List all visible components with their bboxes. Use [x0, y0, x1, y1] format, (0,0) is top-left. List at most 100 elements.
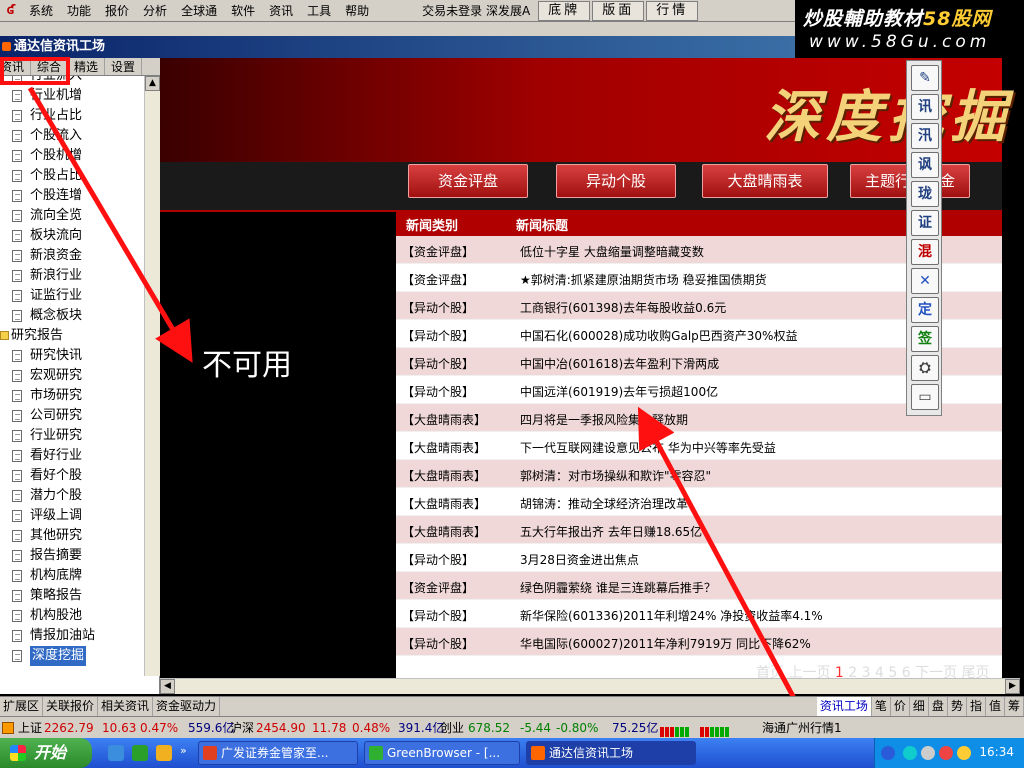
- pager-current[interactable]: 1: [835, 665, 844, 678]
- table-row[interactable]: 【异动个股】 3月28日资金进出焦点: [396, 544, 1002, 572]
- tree-item[interactable]: 看好行业: [0, 446, 144, 466]
- news-title-link[interactable]: 五大行年报出齐 去年日赚18.65亿: [520, 523, 702, 540]
- news-category[interactable]: 【异动个股】: [402, 327, 474, 344]
- table-row[interactable]: 【异动个股】 华电国际(600027)2011年净利7919万 同比下降62%: [396, 628, 1002, 656]
- bottom-tab-zhi[interactable]: 指: [967, 697, 986, 716]
- menu-global[interactable]: 全球通: [174, 0, 224, 22]
- bottom-tab-fund-drive[interactable]: 资金驱动力: [153, 697, 221, 716]
- tree-item[interactable]: 个股机增: [0, 146, 144, 166]
- news-title-link[interactable]: 胡锦涛：推动全球经济治理改革: [520, 495, 688, 512]
- bottom-tab-related-quote[interactable]: 关联报价: [43, 697, 99, 716]
- tree-item[interactable]: 机构股池: [0, 606, 144, 626]
- news-category[interactable]: 【大盘晴雨表】: [402, 411, 486, 428]
- tree-item[interactable]: 公司研究: [0, 406, 144, 426]
- tree-item[interactable]: 研究快讯: [0, 346, 144, 366]
- bottom-tab-shi[interactable]: 势: [948, 697, 967, 716]
- scroll-up-arrow-icon[interactable]: ▲: [145, 76, 160, 91]
- float-tool-button[interactable]: 证: [911, 210, 939, 236]
- float-tool-button[interactable]: ✎: [911, 65, 939, 91]
- float-tool-button[interactable]: ▭: [911, 384, 939, 410]
- tree-item[interactable]: 个股占比: [0, 166, 144, 186]
- bottom-tab-pan[interactable]: 盘: [929, 697, 948, 716]
- task-tdx-info[interactable]: 通达信资讯工场: [526, 741, 696, 765]
- tree-item[interactable]: 新浪行业: [0, 266, 144, 286]
- tree-item[interactable]: 其他研究: [0, 526, 144, 546]
- float-tool-button[interactable]: 混: [911, 239, 939, 265]
- menu-software[interactable]: 软件: [224, 0, 262, 22]
- news-title-link[interactable]: 四月将是一季报风险集中释放期: [520, 411, 688, 428]
- quick-launch-more-icon[interactable]: »: [180, 744, 187, 757]
- tray-app-icon[interactable]: [957, 746, 971, 760]
- nav-abnormal-stocks[interactable]: 异动个股: [556, 164, 676, 198]
- news-title-link[interactable]: 绿色阴霾萦绕 谁是三连跳幕后推手？: [520, 579, 716, 596]
- news-title-link[interactable]: 3月28日资金进出焦点: [520, 551, 639, 568]
- table-row[interactable]: 【大盘晴雨表】 五大行年报出齐 去年日赚18.65亿: [396, 516, 1002, 544]
- news-title-link[interactable]: 低位十字星 大盘缩量调整暗藏变数: [520, 243, 704, 260]
- tab-selected[interactable]: 精选: [68, 58, 106, 75]
- float-tool-button[interactable]: 汛: [911, 123, 939, 149]
- menu-button-quote[interactable]: 行情: [646, 0, 699, 21]
- menu-button-layout[interactable]: 版面: [592, 0, 645, 21]
- bottom-tab-bi[interactable]: 笔: [872, 697, 891, 716]
- tree-item[interactable]: 看好个股: [0, 466, 144, 486]
- news-category[interactable]: 【大盘晴雨表】: [402, 495, 486, 512]
- menu-tools[interactable]: 工具: [300, 0, 338, 22]
- pager-prefix[interactable]: 首页 上一页: [756, 665, 835, 678]
- table-row[interactable]: 【大盘晴雨表】 郭树清：对市场操纵和欺诈"零容忍": [396, 460, 1002, 488]
- tray-volume-icon[interactable]: [921, 746, 935, 760]
- tree-item[interactable]: 流向全览: [0, 206, 144, 226]
- bottom-tab-related-info[interactable]: 相关资讯: [98, 697, 154, 716]
- task-guangfa[interactable]: 广发证券金管家至...: [198, 741, 358, 765]
- tree-item[interactable]: 报告摘要: [0, 546, 144, 566]
- menu-function[interactable]: 功能: [60, 0, 98, 22]
- news-category[interactable]: 【异动个股】: [402, 551, 474, 568]
- tree-item[interactable]: 个股流入: [0, 126, 144, 146]
- menu-info[interactable]: 资讯: [262, 0, 300, 22]
- ie-icon[interactable]: [108, 745, 124, 761]
- float-tool-button[interactable]: 讯: [911, 94, 939, 120]
- menu-help[interactable]: 帮助: [338, 0, 376, 22]
- bottom-tab-chou[interactable]: 筹: [1005, 697, 1024, 716]
- news-category[interactable]: 【异动个股】: [402, 383, 474, 400]
- tree-scrollbar[interactable]: ▲: [144, 76, 160, 676]
- tree-item[interactable]: 策略报告: [0, 586, 144, 606]
- bottom-tab-jia[interactable]: 价: [891, 697, 910, 716]
- news-category[interactable]: 【异动个股】: [402, 355, 474, 372]
- table-row[interactable]: 【大盘晴雨表】 下一代互联网建设意见公布 华为中兴等率先受益: [396, 432, 1002, 460]
- tree-item[interactable]: 机构底牌: [0, 566, 144, 586]
- tree-item[interactable]: 行业占比: [0, 106, 144, 126]
- news-category[interactable]: 【异动个股】: [402, 607, 474, 624]
- news-category[interactable]: 【异动个股】: [402, 635, 474, 652]
- float-tool-button[interactable]: ✕: [911, 268, 939, 294]
- news-title-link[interactable]: 华电国际(600027)2011年净利7919万 同比下降62%: [520, 635, 811, 652]
- tree-item[interactable]: 情报加油站: [0, 626, 144, 646]
- tree-item[interactable]: 概念板块: [0, 306, 144, 326]
- tree-item[interactable]: 行业研究: [0, 426, 144, 446]
- start-button[interactable]: 开始: [0, 738, 92, 768]
- tree-item[interactable]: 宏观研究: [0, 366, 144, 386]
- bottom-tab-zhi2[interactable]: 值: [986, 697, 1005, 716]
- menu-quote[interactable]: 报价: [98, 0, 136, 22]
- scroll-left-arrow-icon[interactable]: ◀: [160, 679, 175, 694]
- news-category[interactable]: 【资金评盘】: [402, 271, 474, 288]
- scroll-right-arrow-icon[interactable]: ▶: [1005, 679, 1020, 694]
- pager-pages[interactable]: 2 3 4 5 6 下一页 尾页: [844, 665, 989, 678]
- news-category[interactable]: 【大盘晴雨表】: [402, 439, 486, 456]
- tree-item[interactable]: 板块流向: [0, 226, 144, 246]
- float-tool-button[interactable]: ⛭: [911, 355, 939, 381]
- nav-fund-review[interactable]: 资金评盘: [408, 164, 528, 198]
- tree-item[interactable]: 潜力个股: [0, 486, 144, 506]
- float-tool-button[interactable]: 珑: [911, 181, 939, 207]
- news-title-link[interactable]: 下一代互联网建设意见公布 华为中兴等率先受益: [520, 439, 776, 456]
- tree-item[interactable]: 市场研究: [0, 386, 144, 406]
- tree-item[interactable]: 个股连增: [0, 186, 144, 206]
- quick-launch-icon[interactable]: [156, 745, 172, 761]
- table-row[interactable]: 【大盘晴雨表】 胡锦涛：推动全球经济治理改革: [396, 488, 1002, 516]
- menu-analysis[interactable]: 分析: [136, 0, 174, 22]
- tab-settings[interactable]: 设置: [105, 58, 143, 75]
- tree-folder[interactable]: 研究报告: [0, 326, 144, 346]
- news-title-link[interactable]: 中国中冶(601618)去年盈利下滑两成: [520, 355, 719, 372]
- float-tool-button[interactable]: 定: [911, 297, 939, 323]
- news-category[interactable]: 【资金评盘】: [402, 243, 474, 260]
- tree-item[interactable]: 证监行业: [0, 286, 144, 306]
